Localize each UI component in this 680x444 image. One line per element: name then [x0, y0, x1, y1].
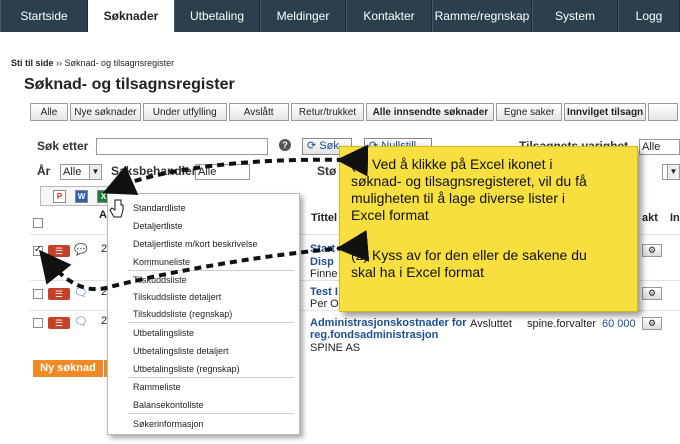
gear-icon[interactable]: ⚙: [642, 244, 662, 257]
row-menu-button[interactable]: ☰: [48, 245, 70, 257]
comment-icon[interactable]: 💬: [74, 243, 88, 256]
row-title[interactable]: Test I: [310, 286, 338, 298]
breadcrumb: Sti til side ›› Søknad- og tilsagnsregis…: [11, 58, 174, 68]
filter-returned[interactable]: Retur/trukket: [290, 103, 365, 121]
column-a-header[interactable]: A: [99, 209, 107, 221]
row-checkbox[interactable]: [33, 289, 43, 299]
callout-step2-line1: (2) Kyss av for den eller de sakene du: [351, 247, 587, 263]
callout-step1-line2: søknad- og tilsagnsregisteret, vil du få: [351, 173, 587, 189]
row-org: Finne: [310, 268, 338, 280]
chevron-down-icon: ▼: [89, 165, 101, 179]
duration-value: Alle: [642, 141, 661, 153]
menu-item-sokerinformasjon[interactable]: Søkerinformasjon: [133, 419, 204, 429]
menu-separator: [128, 413, 294, 414]
menu-item-tilskuddsliste-regnskap[interactable]: Tilskuddsliste (regnskap): [133, 309, 232, 319]
menu-item-rammeliste[interactable]: Rammeliste: [133, 382, 181, 392]
year-label: År: [37, 164, 51, 178]
instruction-callout: (1) Ved å klikke på Excel ikonet i søkna…: [339, 146, 638, 312]
menu-separator: [128, 322, 294, 323]
comment-icon[interactable]: 🗨: [74, 286, 88, 299]
row-title-2[interactable]: Disp: [310, 256, 334, 268]
export-menu: Standardliste Detaljertliste Detaljertli…: [107, 193, 300, 435]
menu-item-detaljertliste[interactable]: Detaljertliste: [133, 221, 183, 231]
row-checkbox[interactable]: [33, 244, 43, 256]
breadcrumb-separator: ››: [56, 58, 63, 68]
row-org: SPINE AS: [310, 342, 361, 354]
menu-item-utbetalingsliste[interactable]: Utbetalingsliste: [133, 328, 194, 338]
search-label: Søk etter: [37, 139, 89, 153]
column-title-header[interactable]: Tittel: [311, 212, 337, 224]
filter-in-progress[interactable]: Under utfylling: [142, 103, 227, 121]
callout-step1-line3: muligheten til å lage diverse lister i: [351, 190, 565, 206]
row-org: Per O: [310, 298, 339, 310]
column-in-header[interactable]: In: [670, 212, 680, 224]
menu-item-tilskuddsliste-detaljert[interactable]: Tilskuddsliste detaljert: [133, 292, 221, 302]
filter-tabs: Alle Nye søknader Under utfylling Avslåt…: [30, 103, 680, 121]
search-button-label: Søk: [319, 140, 339, 152]
row-title-2[interactable]: reg.fondsadministrasjon: [310, 329, 438, 341]
row-checkbox[interactable]: [33, 318, 43, 328]
tab-kontakter[interactable]: Kontakter: [346, 0, 432, 32]
filter-all[interactable]: Alle: [30, 103, 68, 121]
column-amount-header[interactable]: akt: [642, 212, 658, 224]
gear-icon[interactable]: ⚙: [642, 287, 662, 300]
menu-separator: [128, 270, 294, 271]
row-amount: 60 000: [602, 318, 636, 330]
comment-icon[interactable]: 🗨: [74, 315, 88, 328]
tab-logg[interactable]: Logg: [618, 0, 680, 32]
tab-utbetaling[interactable]: Utbetaling: [174, 0, 260, 32]
row-menu-button[interactable]: ☰: [48, 317, 70, 329]
help-icon[interactable]: ?: [279, 139, 291, 151]
pdf-icon[interactable]: P: [53, 190, 66, 203]
status-label: Stø: [317, 164, 337, 178]
menu-item-kommuneliste[interactable]: Kommuneliste: [133, 257, 190, 267]
word-icon[interactable]: W: [75, 190, 88, 203]
chevron-down-icon: ▼: [667, 165, 679, 179]
new-application-button[interactable]: Ny søknad: [33, 360, 103, 377]
refresh-icon: ⟳: [307, 140, 317, 152]
breadcrumb-current[interactable]: Søknad- og tilsagnsregister: [65, 58, 175, 68]
top-navigation: Startside Søknader Utbetaling Meldinger …: [0, 0, 680, 32]
tab-soknader[interactable]: Søknader: [88, 0, 174, 32]
select-all-checkbox[interactable]: [33, 218, 43, 228]
filter-all-submitted[interactable]: Alle innsendte søknader: [366, 103, 495, 121]
menu-item-balansekontoliste[interactable]: Balansekontoliste: [133, 400, 204, 410]
filter-new[interactable]: Nye søknader: [69, 103, 141, 121]
breadcrumb-prefix: Sti til side: [11, 58, 54, 68]
status-select[interactable]: ▼: [662, 164, 680, 180]
menu-item-utbetalingsliste-detaljert[interactable]: Utbetalingsliste detaljert: [133, 346, 229, 356]
row-title[interactable]: Administrasjonskostnader for: [310, 317, 466, 329]
row-handler: spine.forvalter: [527, 318, 597, 330]
callout-step1-line4: Excel format: [351, 207, 429, 223]
tab-ramme-regnskap[interactable]: Ramme/regnskap: [432, 0, 532, 32]
tab-meldinger[interactable]: Meldinger: [260, 0, 346, 32]
gear-icon[interactable]: ⚙: [642, 317, 662, 330]
menu-separator: [128, 377, 294, 378]
search-input[interactable]: [96, 138, 268, 155]
row-status: Avsluttet: [470, 318, 512, 330]
handler-value: Alle: [198, 166, 217, 178]
row-title[interactable]: Start: [310, 243, 335, 255]
filter-own-cases[interactable]: Egne saker: [496, 103, 563, 121]
tab-startside[interactable]: Startside: [0, 0, 88, 32]
callout-step1-line1: (1) Ved å klikke på Excel ikonet i: [351, 156, 553, 172]
duration-select[interactable]: Alle: [639, 139, 680, 155]
page-title: Søknad- og tilsagnsregister: [24, 76, 235, 93]
menu-item-tilskuddsliste[interactable]: Tilskuddsliste: [133, 275, 187, 285]
filter-rejected[interactable]: Avslått: [228, 103, 289, 121]
menu-item-utbetalingsliste-regnskap[interactable]: Utbetalingsliste (regnskap): [133, 364, 240, 374]
filter-more[interactable]: [648, 103, 678, 121]
year-select[interactable]: Alle ▼: [60, 164, 102, 180]
menu-item-detaljertliste-kort[interactable]: Detaljertliste m/kort beskrivelse: [133, 239, 258, 249]
year-value: Alle: [63, 166, 82, 178]
callout-step2-line2: skal ha i Excel format: [351, 264, 485, 280]
handler-label: Saksbehandler: [111, 164, 197, 178]
row-menu-button[interactable]: ☰: [48, 288, 70, 300]
tab-system[interactable]: System: [532, 0, 618, 32]
menu-item-standardliste[interactable]: Standardliste: [133, 203, 186, 213]
filter-granted[interactable]: Innvilget tilsagn: [564, 103, 647, 121]
handler-select[interactable]: Alle: [195, 164, 250, 180]
